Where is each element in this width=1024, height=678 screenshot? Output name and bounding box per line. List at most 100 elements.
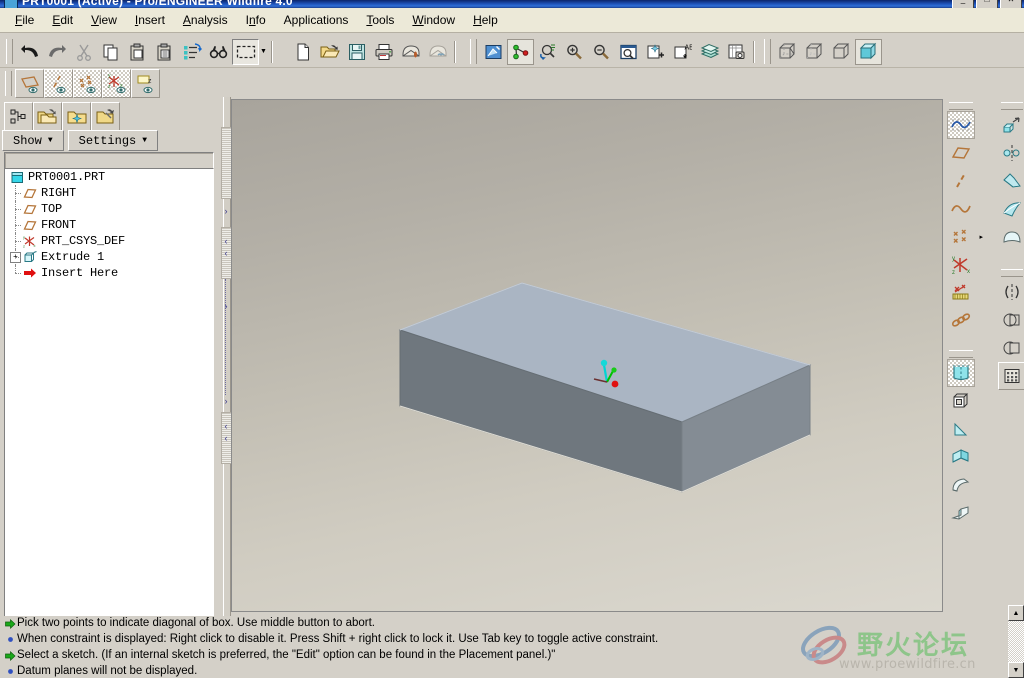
csys-display-toggle[interactable]: y z x: [102, 69, 131, 98]
splitter-collapse-arrow-3[interactable]: ‹: [222, 422, 230, 431]
spin-center-button[interactable]: [507, 38, 534, 65]
save-button[interactable]: [343, 39, 370, 65]
toolbar-grip[interactable]: [6, 39, 13, 64]
tree-node[interactable]: PRT0001.PRT: [5, 169, 213, 185]
mirror-tool-button[interactable]: [998, 278, 1024, 306]
datum-point-tool-button[interactable]: ▸: [947, 223, 983, 251]
repaint-button[interactable]: [480, 39, 507, 65]
selection-filter-dropdown[interactable]: ▼: [259, 39, 268, 65]
snapshot-button[interactable]: [723, 39, 750, 65]
sketch-tool-button[interactable]: [947, 111, 975, 139]
chamfer-tool-button[interactable]: [947, 499, 975, 527]
splitter-collapse-arrow-1[interactable]: ‹: [222, 237, 230, 246]
boundary-blend-button[interactable]: [998, 223, 1024, 251]
tree-node[interactable]: TOP: [5, 201, 213, 217]
rib-tool-button[interactable]: [947, 443, 975, 471]
point-display-toggle[interactable]: [73, 69, 102, 98]
shell-tool-button[interactable]: [947, 387, 975, 415]
toolbar-grip[interactable]: [1001, 102, 1023, 110]
plane-display-toggle[interactable]: [15, 69, 44, 98]
datum-axis-tool-button[interactable]: [947, 167, 975, 195]
toolbar-grip[interactable]: [949, 102, 973, 110]
annotation-display-toggle[interactable]: z: [131, 69, 160, 98]
open-folder-button[interactable]: [316, 39, 343, 65]
analysis-feature-button[interactable]: [947, 279, 975, 307]
splitter-expand-arrow-top[interactable]: ›: [222, 207, 230, 216]
find-button[interactable]: [205, 39, 232, 65]
minimize-button[interactable]: _: [952, 0, 974, 8]
model-tree[interactable]: PRT0001.PRT RIGHT TOP FRONT y z x PRT_CSYS_DEF +…: [4, 168, 214, 622]
toolbar-grip[interactable]: [1001, 269, 1023, 277]
zoom-out-button[interactable]: [588, 39, 615, 65]
selection-filter-button[interactable]: [232, 38, 259, 65]
tree-node[interactable]: y z x PRT_CSYS_DEF: [5, 233, 213, 249]
tree-node[interactable]: FRONT: [5, 217, 213, 233]
menu-item-window[interactable]: Window: [403, 10, 464, 30]
splitter-expand-arrow-bottom[interactable]: ›: [222, 397, 230, 406]
csys-tool-button[interactable]: y z x: [947, 251, 975, 279]
round-tool-button[interactable]: [947, 471, 975, 499]
reorient-button[interactable]: [534, 39, 561, 65]
hidden-line-button[interactable]: [801, 39, 828, 65]
vertical-scrollbar[interactable]: ▲ ▼: [1008, 605, 1024, 678]
toolbar-grip[interactable]: [470, 39, 477, 64]
extrude-tool-button[interactable]: [998, 111, 1024, 139]
paste-button[interactable]: [124, 39, 151, 65]
close-button[interactable]: ✕: [1000, 0, 1022, 8]
draft-tool-button[interactable]: [947, 415, 975, 443]
regenerate-button[interactable]: [178, 39, 205, 65]
send-link-button[interactable]: [424, 39, 451, 65]
trim-tool-button[interactable]: [998, 334, 1024, 362]
blend-tool-button[interactable]: [998, 195, 1024, 223]
menu-item-file[interactable]: File: [6, 10, 43, 30]
chevron-right-icon[interactable]: ▸: [979, 233, 983, 241]
settings-dropdown-button[interactable]: Settings ▼: [67, 130, 159, 151]
no-hidden-button[interactable]: [828, 39, 855, 65]
hole-tool-button[interactable]: [947, 359, 975, 387]
toolbar-grip[interactable]: [764, 39, 771, 64]
menu-item-edit[interactable]: Edit: [43, 10, 82, 30]
merge-tool-button[interactable]: [998, 306, 1024, 334]
layer-add-button[interactable]: [642, 39, 669, 65]
menu-item-applications[interactable]: Applications: [275, 10, 358, 30]
scroll-up-button[interactable]: ▲: [1008, 605, 1024, 621]
pattern-tool-button[interactable]: [998, 362, 1024, 390]
toolbar-grip[interactable]: [949, 350, 973, 358]
datum-plane-tool-button[interactable]: [947, 139, 975, 167]
send-mail-button[interactable]: [397, 39, 424, 65]
menu-item-tools[interactable]: Tools: [357, 10, 403, 30]
toolbar-grip[interactable]: [5, 71, 12, 96]
layers-stack-button[interactable]: [696, 39, 723, 65]
folder-browser-button[interactable]: [33, 102, 62, 131]
tree-node[interactable]: + Extrude 1: [5, 249, 213, 265]
curve-tool-button[interactable]: [947, 195, 975, 223]
tree-expander[interactable]: +: [10, 252, 21, 263]
paste-special-button[interactable]: [151, 39, 178, 65]
favorites-button[interactable]: [62, 102, 91, 131]
cut-button[interactable]: [70, 39, 97, 65]
scroll-down-button[interactable]: ▼: [1008, 662, 1024, 678]
menu-item-insert[interactable]: Insert: [126, 10, 174, 30]
refit-button[interactable]: [615, 39, 642, 65]
menu-item-analysis[interactable]: Analysis: [174, 10, 237, 30]
show-dropdown-button[interactable]: Show ▼: [2, 130, 64, 151]
splitter-collapse-arrow-4[interactable]: ‹: [222, 434, 230, 443]
tree-node[interactable]: RIGHT: [5, 185, 213, 201]
menu-item-info[interactable]: Info: [237, 10, 275, 30]
splitter-collapse-arrow-2[interactable]: ‹: [222, 249, 230, 258]
sweep-tool-button[interactable]: [998, 167, 1024, 195]
new-file-button[interactable]: [289, 39, 316, 65]
shading-button[interactable]: [855, 38, 882, 65]
zoom-in-button[interactable]: [561, 39, 588, 65]
model-tree-button[interactable]: [4, 102, 33, 131]
reference-pattern-button[interactable]: [947, 307, 975, 335]
undo-button[interactable]: [16, 39, 43, 65]
redo-button[interactable]: [43, 39, 70, 65]
scrollbar-track[interactable]: [1008, 621, 1024, 662]
connections-button[interactable]: [91, 102, 120, 131]
maximize-button[interactable]: □: [976, 0, 998, 8]
tree-node[interactable]: Insert Here: [5, 265, 213, 281]
menu-item-view[interactable]: View: [82, 10, 126, 30]
menu-item-help[interactable]: Help: [464, 10, 507, 30]
print-button[interactable]: [370, 39, 397, 65]
